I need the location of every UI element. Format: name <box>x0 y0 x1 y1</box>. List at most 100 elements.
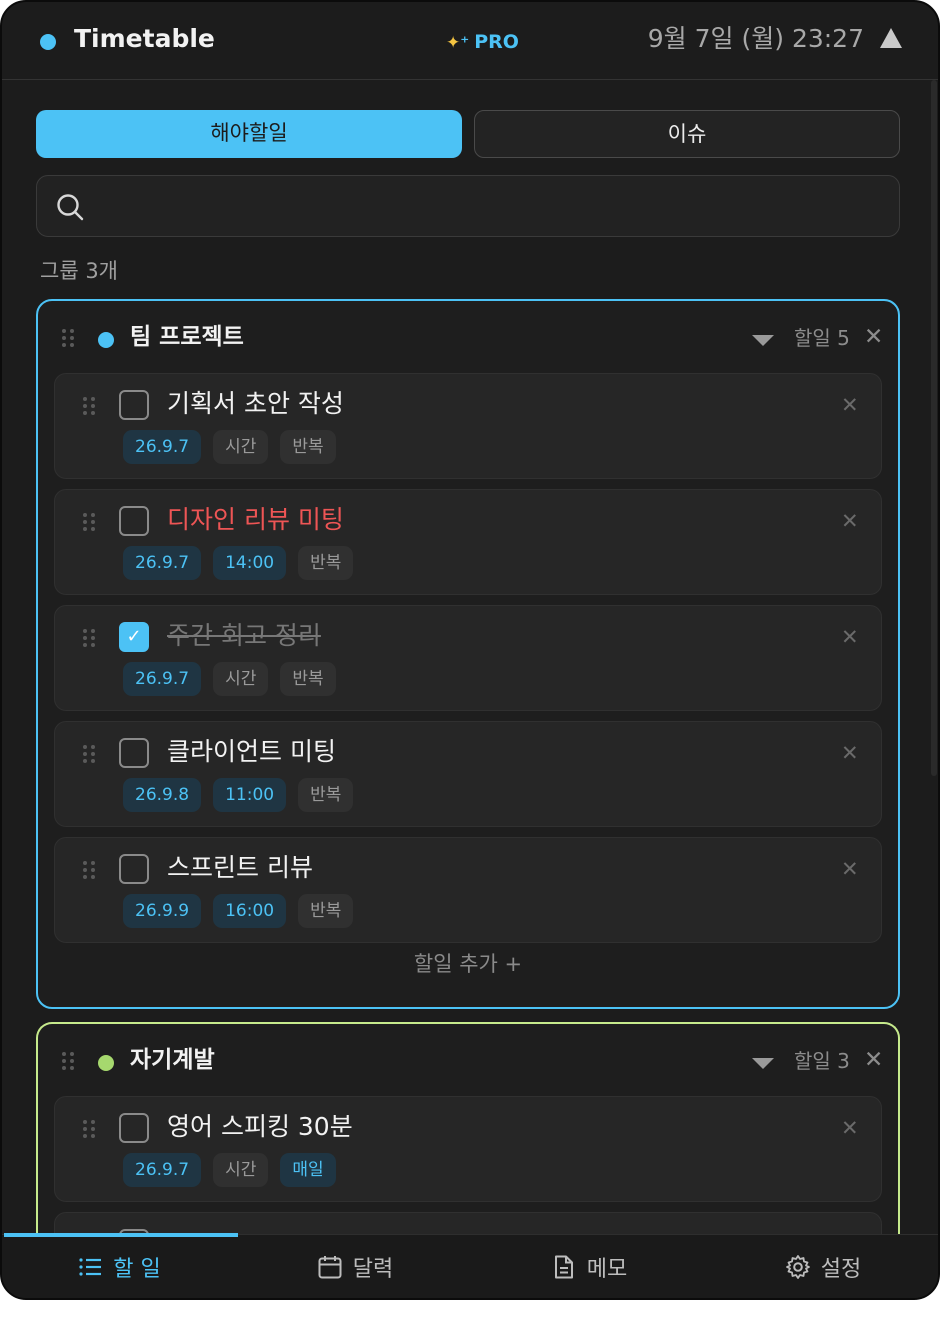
close-icon[interactable]: ✕ <box>841 738 859 768</box>
search-input[interactable] <box>99 186 883 228</box>
repeat-chip[interactable]: 반복 <box>280 430 336 464</box>
tab-issue[interactable]: 이슈 <box>474 110 900 158</box>
date-chip[interactable]: 26.9.7 <box>123 430 202 464</box>
bottom-nav: 할 일 달력 메모 설정 <box>2 1233 938 1298</box>
group-color-dot <box>98 332 114 348</box>
app-status-dot <box>40 34 56 50</box>
group-name: 자기계발 <box>130 1047 215 1073</box>
task-chips: 26.9.7 시간 반복 <box>123 662 336 696</box>
content-scroll-area[interactable]: 해야할일 이슈 그룹 3개 팀 프로젝트 할일 5 ✕ 기획서 초안 작성 ✕ <box>2 80 938 1234</box>
group-card-self-development: 자기계발 할일 3 ✕ 영어 스피킹 30분 ✕ 26.9.7 시간 매일 <box>36 1022 900 1234</box>
nav-label: 설정 <box>820 1257 862 1282</box>
close-icon[interactable]: ✕ <box>864 1044 883 1076</box>
task-card[interactable]: 클라이언트 미팅 ✕ 26.9.8 11:00 반복 <box>54 721 882 827</box>
scrollbar-thumb[interactable] <box>931 80 937 776</box>
task-chips: 26.9.7 14:00 반복 <box>123 546 354 580</box>
task-checkbox[interactable] <box>119 854 149 884</box>
app-title: Timetable <box>74 24 215 53</box>
drag-handle-icon[interactable] <box>62 1052 74 1070</box>
chevron-down-icon[interactable] <box>752 1058 774 1069</box>
calendar-icon <box>318 1256 342 1279</box>
nav-label: 달력 <box>352 1257 394 1282</box>
task-chips: 26.9.7 시간 반복 <box>123 430 336 464</box>
date-chip[interactable]: 26.9.9 <box>123 894 202 928</box>
drag-handle-icon[interactable] <box>83 397 95 415</box>
task-card[interactable]: 영어 스피킹 30분 ✕ 26.9.7 시간 매일 <box>54 1096 882 1202</box>
close-icon[interactable]: ✕ <box>841 1113 859 1143</box>
task-chips: 26.9.9 16:00 반복 <box>123 894 354 928</box>
repeat-chip[interactable]: 반복 <box>298 778 354 812</box>
date-chip[interactable]: 26.9.8 <box>123 778 202 812</box>
time-chip[interactable]: 시간 <box>213 430 269 464</box>
group-card-team-project: 팀 프로젝트 할일 5 ✕ 기획서 초안 작성 ✕ 26.9.7 시간 반복 디… <box>36 299 900 1009</box>
repeat-chip[interactable]: 반복 <box>298 894 354 928</box>
list-icon <box>79 1258 102 1276</box>
app-window: Timetable ✦⁺ PRO 9월 7일 (월) 23:27 해야할일 이슈 … <box>0 0 940 1300</box>
drag-handle-icon[interactable] <box>62 329 74 347</box>
tab-todo[interactable]: 해야할일 <box>36 110 462 158</box>
pro-label: PRO <box>474 31 519 53</box>
task-card[interactable]: 스프린트 리뷰 ✕ 26.9.9 16:00 반복 <box>54 837 882 943</box>
task-checkbox[interactable] <box>119 390 149 420</box>
date-chip[interactable]: 26.9.7 <box>123 1153 202 1187</box>
task-title: 디자인 리뷰 미팅 <box>167 505 344 534</box>
repeat-chip[interactable]: 반복 <box>280 662 336 696</box>
close-icon[interactable]: ✕ <box>841 506 859 536</box>
task-chips: 26.9.7 시간 매일 <box>123 1153 336 1187</box>
drag-handle-icon[interactable] <box>83 1120 95 1138</box>
document-icon <box>554 1255 573 1279</box>
drag-handle-icon[interactable] <box>83 629 95 647</box>
nav-calendar[interactable]: 달력 <box>238 1235 472 1298</box>
nav-settings[interactable]: 설정 <box>706 1235 938 1298</box>
time-chip[interactable]: 16:00 <box>213 894 287 928</box>
time-chip[interactable]: 14:00 <box>213 546 287 580</box>
task-checkbox-checked[interactable]: ✓ <box>119 622 149 652</box>
task-checkbox[interactable] <box>119 1113 149 1143</box>
task-title: 영어 스피킹 30분 <box>167 1112 353 1141</box>
time-chip[interactable]: 11:00 <box>213 778 287 812</box>
collapse-triangle-icon[interactable] <box>880 28 902 48</box>
repeat-chip[interactable]: 매일 <box>280 1153 336 1187</box>
title-bar: Timetable ✦⁺ PRO 9월 7일 (월) 23:27 <box>2 2 938 80</box>
close-icon[interactable]: ✕ <box>841 854 859 884</box>
add-task-button[interactable]: 할일 추가 + <box>38 949 898 979</box>
nav-label: 메모 <box>586 1257 628 1282</box>
drag-handle-icon[interactable] <box>83 745 95 763</box>
group-name: 팀 프로젝트 <box>130 324 244 350</box>
task-chips: 26.9.8 11:00 반복 <box>123 778 354 812</box>
chevron-down-icon[interactable] <box>752 335 774 346</box>
task-title: 기획서 초안 작성 <box>167 389 344 418</box>
repeat-chip[interactable]: 반복 <box>298 546 354 580</box>
sparkle-icon: ✦⁺ <box>446 33 470 53</box>
close-icon[interactable]: ✕ <box>841 622 859 652</box>
task-title: 주간 회고 정리 <box>167 621 321 650</box>
group-count-label: 그룹 3개 <box>40 259 118 283</box>
date-chip[interactable]: 26.9.7 <box>123 662 202 696</box>
task-checkbox[interactable] <box>119 506 149 536</box>
close-icon[interactable]: ✕ <box>864 321 883 353</box>
task-card[interactable]: ✓ 주간 회고 정리 ✕ 26.9.7 시간 반복 <box>54 605 882 711</box>
task-card-partial[interactable] <box>54 1212 882 1234</box>
task-title: 클라이언트 미팅 <box>167 737 336 766</box>
search-box[interactable] <box>36 175 900 237</box>
nav-memo[interactable]: 메모 <box>472 1235 706 1298</box>
clock: 9월 7일 (월) 23:27 <box>647 24 864 53</box>
drag-handle-icon[interactable] <box>83 861 95 879</box>
pro-badge[interactable]: ✦⁺ PRO <box>446 28 519 57</box>
time-chip[interactable]: 시간 <box>213 662 269 696</box>
drag-handle-icon[interactable] <box>83 513 95 531</box>
group-task-count: 할일 5 <box>794 326 850 350</box>
task-card[interactable]: 기획서 초안 작성 ✕ 26.9.7 시간 반복 <box>54 373 882 479</box>
group-task-count: 할일 3 <box>794 1049 850 1073</box>
nav-todo[interactable]: 할 일 <box>2 1235 236 1298</box>
date-chip[interactable]: 26.9.7 <box>123 546 202 580</box>
time-chip[interactable]: 시간 <box>213 1153 269 1187</box>
gear-icon <box>785 1255 810 1279</box>
task-checkbox[interactable] <box>119 738 149 768</box>
task-title: 스프린트 리뷰 <box>167 853 313 882</box>
search-icon <box>57 194 84 221</box>
close-icon[interactable]: ✕ <box>841 390 859 420</box>
group-color-dot <box>98 1055 114 1071</box>
nav-label: 할 일 <box>113 1257 161 1282</box>
task-card[interactable]: 디자인 리뷰 미팅 ✕ 26.9.7 14:00 반복 <box>54 489 882 595</box>
